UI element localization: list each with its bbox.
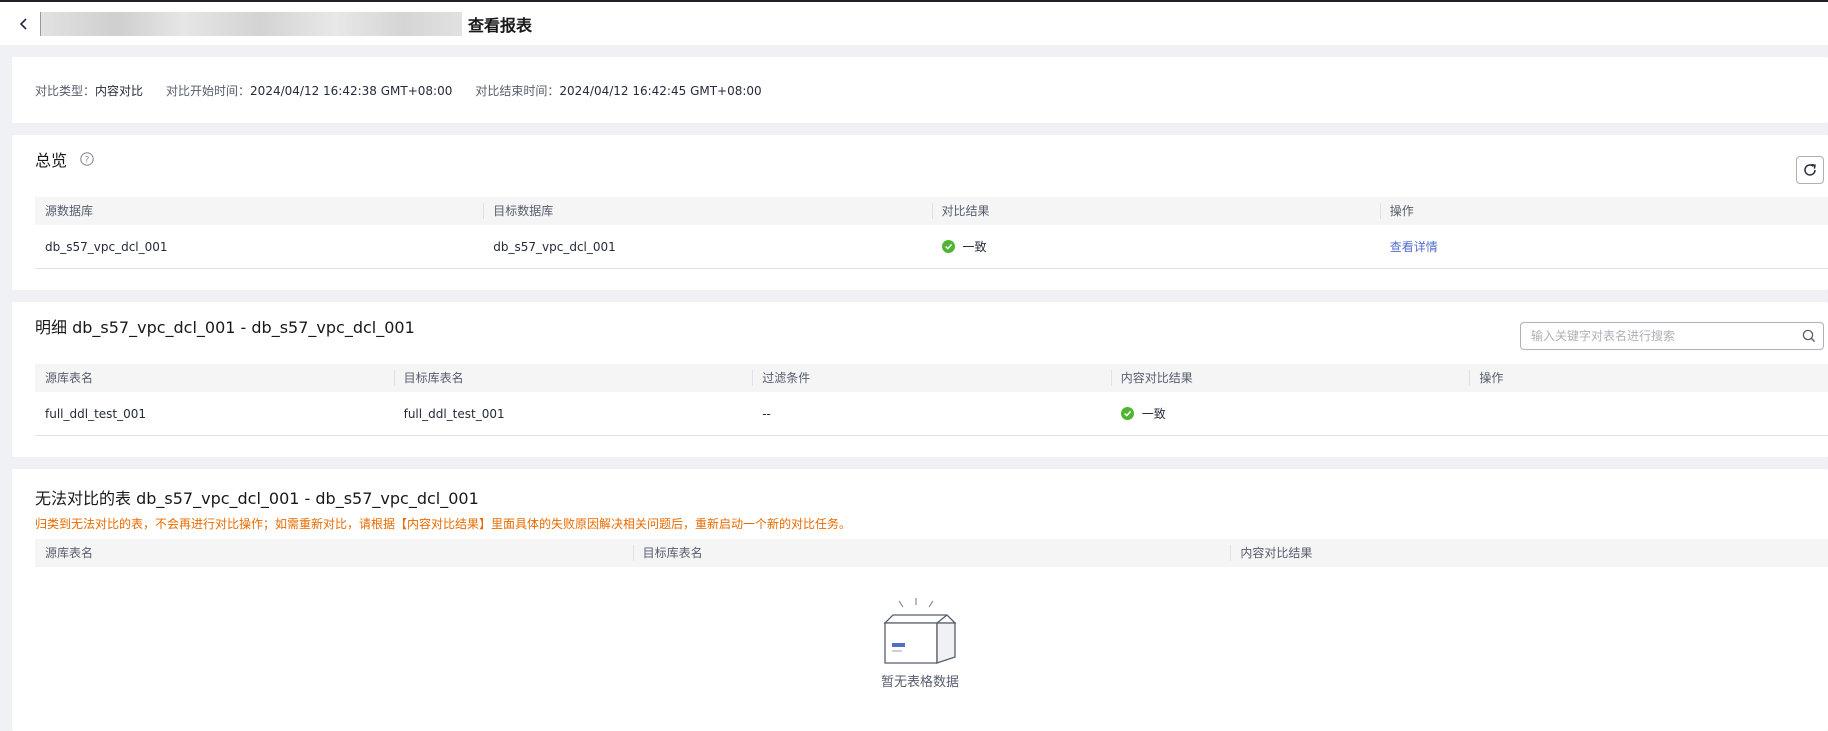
refresh-icon	[1804, 163, 1816, 176]
check-circle-icon	[941, 240, 955, 253]
column-header: 操作	[1469, 364, 1828, 392]
target-table-cell: full_ddl_test_001	[403, 406, 505, 421]
target-db-cell: db_s57_vpc_dcl_001	[493, 239, 616, 254]
filter-cell: --	[762, 406, 771, 421]
start-time-label: 对比开始时间：	[166, 83, 251, 98]
svg-text:?: ?	[85, 155, 90, 165]
unable-table: 源库表名 目标库表名 内容对比结果	[35, 539, 1828, 567]
refresh-button[interactable]	[1796, 156, 1824, 184]
column-header: 源数据库	[45, 204, 94, 218]
compare-type-value: 内容对比	[95, 83, 144, 98]
table-search[interactable]	[1520, 322, 1824, 350]
overview-table: 源数据库 目标数据库 对比结果 操作 db_s57_vpc_dcl_001 db…	[35, 197, 1828, 269]
column-header: 目标数据库	[483, 197, 931, 225]
table-row: full_ddl_test_001 full_ddl_test_001 -- 一…	[35, 392, 1828, 436]
detail-card: 明细 db_s57_vpc_dcl_001 - db_s57_vpc_dcl_0…	[12, 302, 1828, 457]
result-cell: 一致	[932, 238, 1380, 255]
start-time-value: 2024/04/12 16:42:38 GMT+08:00	[250, 83, 453, 98]
compare-info-card: 对比类型：内容对比 对比开始时间：2024/04/12 16:42:38 GMT…	[12, 57, 1828, 123]
unable-compare-card: 无法对比的表 db_s57_vpc_dcl_001 - db_s57_vpc_d…	[12, 469, 1828, 731]
view-details-link[interactable]: 查看详情	[1390, 238, 1438, 255]
detail-table: 源库表名 目标库表名 过滤条件 内容对比结果 操作 full_ddl_test_…	[35, 364, 1828, 436]
column-header: 操作	[1379, 197, 1828, 225]
source-db-cell: db_s57_vpc_dcl_001	[45, 239, 168, 254]
column-header: 目标库表名	[393, 364, 753, 392]
table-header: 源库表名 目标库表名 内容对比结果	[35, 539, 1828, 567]
check-circle-icon	[1120, 407, 1134, 420]
search-input[interactable]	[1521, 323, 1795, 349]
end-time-label: 对比结束时间：	[475, 83, 560, 98]
column-header: 对比结果	[931, 197, 1380, 225]
redacted-task-name	[40, 11, 462, 36]
result-text: 一致	[962, 240, 987, 254]
result-text: 一致	[1141, 407, 1166, 421]
column-header: 目标库表名	[632, 539, 1231, 567]
empty-box-icon	[883, 598, 957, 664]
column-header: 源库表名	[45, 546, 94, 560]
column-header: 源库表名	[45, 371, 94, 385]
question-circle-icon[interactable]: ?	[79, 151, 95, 167]
compare-type: 对比类型：内容对比	[35, 82, 143, 99]
unable-notice: 归类到无法对比的表，不会再进行对比操作；如需重新对比，请根据【内容对比结果】里面…	[35, 517, 852, 531]
table-row: db_s57_vpc_dcl_001 db_s57_vpc_dcl_001 一致…	[35, 225, 1828, 269]
compare-end-time: 对比结束时间：2024/04/12 16:42:45 GMT+08:00	[475, 82, 761, 99]
chevron-left-icon	[19, 17, 27, 30]
overview-card: 总览 ? 源数据库 目标数据库 对比结果 操作 db_s57_vpc_dcl_0…	[12, 135, 1828, 290]
search-icon[interactable]	[1795, 323, 1823, 349]
source-table-cell: full_ddl_test_001	[45, 406, 147, 421]
column-header: 内容对比结果	[1230, 539, 1828, 567]
column-header: 过滤条件	[752, 364, 1111, 392]
page-title: 查看报表	[468, 15, 533, 35]
end-time-value: 2024/04/12 16:42:45 GMT+08:00	[559, 83, 762, 98]
empty-state: 暂无表格数据	[12, 597, 1828, 690]
back-button[interactable]	[12, 12, 36, 36]
detail-title: 明细 db_s57_vpc_dcl_001 - db_s57_vpc_dcl_0…	[35, 318, 415, 337]
compare-type-label: 对比类型：	[35, 83, 96, 98]
table-header: 源库表名 目标库表名 过滤条件 内容对比结果 操作	[35, 364, 1828, 392]
action-cell: 查看详情	[1380, 238, 1828, 255]
unable-title: 无法对比的表 db_s57_vpc_dcl_001 - db_s57_vpc_d…	[35, 489, 479, 508]
result-cell: 一致	[1111, 405, 1470, 422]
compare-start-time: 对比开始时间：2024/04/12 16:42:38 GMT+08:00	[166, 82, 452, 99]
column-header: 内容对比结果	[1110, 364, 1470, 392]
table-header: 源数据库 目标数据库 对比结果 操作	[35, 197, 1828, 225]
empty-text: 暂无表格数据	[880, 675, 959, 690]
overview-title: 总览	[35, 151, 68, 170]
page-header: 查看报表	[0, 2, 1828, 45]
